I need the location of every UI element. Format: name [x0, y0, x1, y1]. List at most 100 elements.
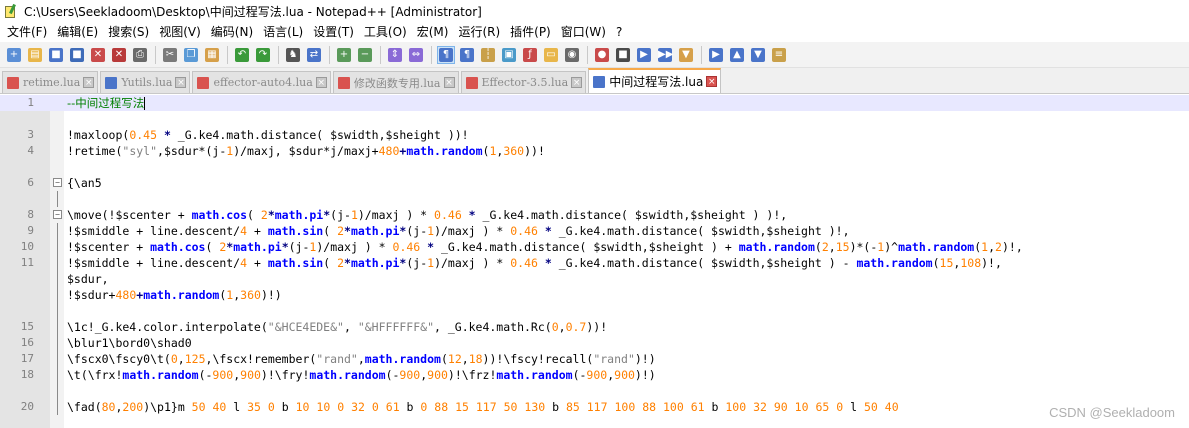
code-text[interactable]: !maxloop(0.45 * _G.ke4.math.distance( $s…	[67, 127, 469, 143]
menu-item-8[interactable]: 宏(M)	[412, 22, 454, 42]
close-tab-icon[interactable]: ×	[83, 77, 95, 88]
function-list-icon[interactable]: ƒ	[521, 46, 539, 64]
doc-map-icon[interactable]: ▣	[500, 46, 518, 64]
menu-item-3[interactable]: 视图(V)	[154, 22, 206, 42]
code-line[interactable]: $sdur,	[0, 271, 1189, 287]
menu-item-12[interactable]: ?	[611, 22, 627, 42]
close-all-icon[interactable]: ✕	[110, 46, 128, 64]
folder-workspace-icon[interactable]: ▭	[542, 46, 560, 64]
tab-2[interactable]: effector-auto4.lua ×	[192, 71, 331, 93]
save-all-icon[interactable]: ■	[68, 46, 86, 64]
code-line[interactable]: 15 \1c!_G.ke4.color.interpolate("&HCE4EDE…	[0, 319, 1189, 335]
code-line[interactable]: 11 !$smiddle + line.descent/4 + math.sin(…	[0, 255, 1189, 271]
code-line[interactable]: 4 !retime("syl",$sdur*(j-1)/maxj, $sdur*j…	[0, 143, 1189, 159]
print-icon[interactable]: ⎙	[131, 46, 149, 64]
code-text[interactable]: !$sdur+480+math.random(1,360)!)	[67, 287, 282, 303]
code-line[interactable]: 10 !$scenter + math.cos( 2*math.pi*(j-1)/…	[0, 239, 1189, 255]
code-line[interactable]: 16 \blur1\bord0\shad0	[0, 335, 1189, 351]
code-text[interactable]: \fad(80,200)\p1}m 50 40 l 35 0 b 10 10 0…	[67, 399, 899, 415]
sync-horizontal-icon[interactable]: ⇔	[407, 46, 425, 64]
code-line[interactable]	[0, 111, 1189, 127]
replace-icon[interactable]: ⇄	[305, 46, 323, 64]
code-line[interactable]	[0, 191, 1189, 207]
tab-4[interactable]: Effector-3.5.lua ×	[460, 71, 587, 93]
code-line[interactable]	[0, 303, 1189, 319]
find-icon[interactable]: ♞	[284, 46, 302, 64]
code-line[interactable]: !$sdur+480+math.random(1,360)!)	[0, 287, 1189, 303]
word-wrap-icon[interactable]: ¶	[437, 45, 455, 64]
tab-1[interactable]: Yutils.lua ×	[100, 71, 191, 93]
code-line[interactable]	[0, 159, 1189, 175]
menu-item-11[interactable]: 窗口(W)	[556, 22, 611, 42]
record-macro-icon[interactable]: ●	[593, 46, 611, 64]
bookmark-icon[interactable]: ▶	[707, 46, 725, 64]
tab-0[interactable]: retime.lua ×	[2, 71, 99, 93]
stop-record-icon[interactable]: ■	[614, 46, 632, 64]
code-text[interactable]: \move(!$scenter + math.cos( 2*math.pi*(j…	[67, 207, 787, 223]
move-up-icon[interactable]: ▲	[728, 46, 746, 64]
code-text[interactable]: \1c!_G.ke4.color.interpolate("&HCE4EDE&"…	[67, 319, 607, 335]
run-macro-multiple-icon[interactable]: ▶▶	[656, 46, 674, 64]
menu-item-7[interactable]: 工具(O)	[359, 22, 412, 42]
new-file-icon[interactable]: +	[5, 46, 23, 64]
zoom-in-icon[interactable]: +	[335, 46, 353, 64]
menu-item-1[interactable]: 编辑(E)	[52, 22, 103, 42]
code-line[interactable]: 18 \t(\frx!math.random(-900,900)!\fry!mat…	[0, 367, 1189, 383]
code-editor[interactable]: 1 --中间过程写法 3 !maxloop(0.45 * _G.ke4.math.di…	[0, 95, 1189, 428]
code-text[interactable]: $sdur,	[67, 271, 109, 287]
indent-guide-icon[interactable]: ┆	[479, 46, 497, 64]
redo-icon[interactable]: ↷	[254, 46, 272, 64]
close-tab-icon[interactable]: ×	[706, 76, 718, 87]
code-line[interactable]: 8 − \move(!$scenter + math.cos( 2*math.pi*…	[0, 207, 1189, 223]
cut-icon[interactable]: ✂	[161, 46, 179, 64]
paste-icon[interactable]: ▦	[203, 46, 221, 64]
close-tab-icon[interactable]: ×	[443, 77, 455, 88]
save-icon[interactable]: ■	[47, 46, 65, 64]
code-line[interactable]: 20 \fad(80,200)\p1}m 50 40 l 35 0 b 10 10…	[0, 399, 1189, 415]
sync-vertical-icon[interactable]: ⇕	[386, 46, 404, 64]
menu-item-10[interactable]: 插件(P)	[505, 22, 556, 42]
tab-3[interactable]: 修改函数专用.lua ×	[332, 71, 459, 93]
code-lines[interactable]: 1 --中间过程写法 3 !maxloop(0.45 * _G.ke4.math.di…	[0, 95, 1189, 415]
close-tab-icon[interactable]: ×	[315, 77, 327, 88]
code-line[interactable]	[0, 383, 1189, 399]
zoom-out-icon[interactable]: −	[356, 46, 374, 64]
move-down-icon[interactable]: ▼	[749, 46, 767, 64]
fold-toggle-icon[interactable]: −	[53, 178, 62, 187]
undo-icon[interactable]: ↶	[233, 46, 251, 64]
code-text[interactable]: !$scenter + math.cos( 2*math.pi*(j-1)/ma…	[67, 239, 1023, 255]
code-line[interactable]: 6 − {\an5	[0, 175, 1189, 191]
code-line[interactable]: 17 \fscx0\fscy0\t(0,125,\fscx!remember("r…	[0, 351, 1189, 367]
code-text[interactable]: !$smiddle + line.descent/4 + math.sin( 2…	[67, 223, 850, 239]
code-text[interactable]: \blur1\bord0\shad0	[67, 335, 192, 351]
menu-item-0[interactable]: 文件(F)	[2, 22, 52, 42]
code-text[interactable]: \fscx0\fscy0\t(0,125,\fscx!remember("ran…	[67, 351, 656, 367]
code-text[interactable]: \t(\frx!math.random(-900,900)!\fry!math.…	[67, 367, 656, 383]
menu-item-4[interactable]: 编码(N)	[206, 22, 258, 42]
show-panel-icon[interactable]: ≡	[770, 46, 788, 64]
tab-5[interactable]: 中间过程写法.lua ×	[588, 68, 722, 93]
monitoring-icon[interactable]: ◉	[563, 46, 581, 64]
code-text[interactable]: --中间过程写法	[67, 95, 146, 111]
line-number: 3	[27, 128, 34, 141]
code-text[interactable]: !$smiddle + line.descent/4 + math.sin( 2…	[67, 255, 1002, 271]
play-macro-icon[interactable]: ▶	[635, 46, 653, 64]
open-file-icon[interactable]: ▤	[26, 46, 44, 64]
copy-icon[interactable]: ❐	[182, 46, 200, 64]
toolbar-separator	[278, 45, 279, 64]
menu-item-5[interactable]: 语言(L)	[258, 22, 308, 42]
code-line[interactable]: 9 !$smiddle + line.descent/4 + math.sin( …	[0, 223, 1189, 239]
code-text[interactable]: !retime("syl",$sdur*(j-1)/maxj, $sdur*j/…	[67, 143, 545, 159]
save-macro-icon[interactable]: ▼	[677, 46, 695, 64]
close-tab-icon[interactable]: ×	[175, 77, 187, 88]
all-characters-icon[interactable]: ¶	[458, 46, 476, 64]
code-line[interactable]: 3 !maxloop(0.45 * _G.ke4.math.distance( $…	[0, 127, 1189, 143]
menu-item-2[interactable]: 搜索(S)	[103, 22, 154, 42]
fold-toggle-icon[interactable]: −	[53, 210, 62, 219]
code-line[interactable]: 1 --中间过程写法	[0, 95, 1189, 111]
code-text[interactable]: {\an5	[67, 175, 102, 191]
menu-item-9[interactable]: 运行(R)	[453, 22, 505, 42]
close-icon[interactable]: ✕	[89, 46, 107, 64]
menu-item-6[interactable]: 设置(T)	[308, 22, 359, 42]
close-tab-icon[interactable]: ×	[571, 77, 583, 88]
